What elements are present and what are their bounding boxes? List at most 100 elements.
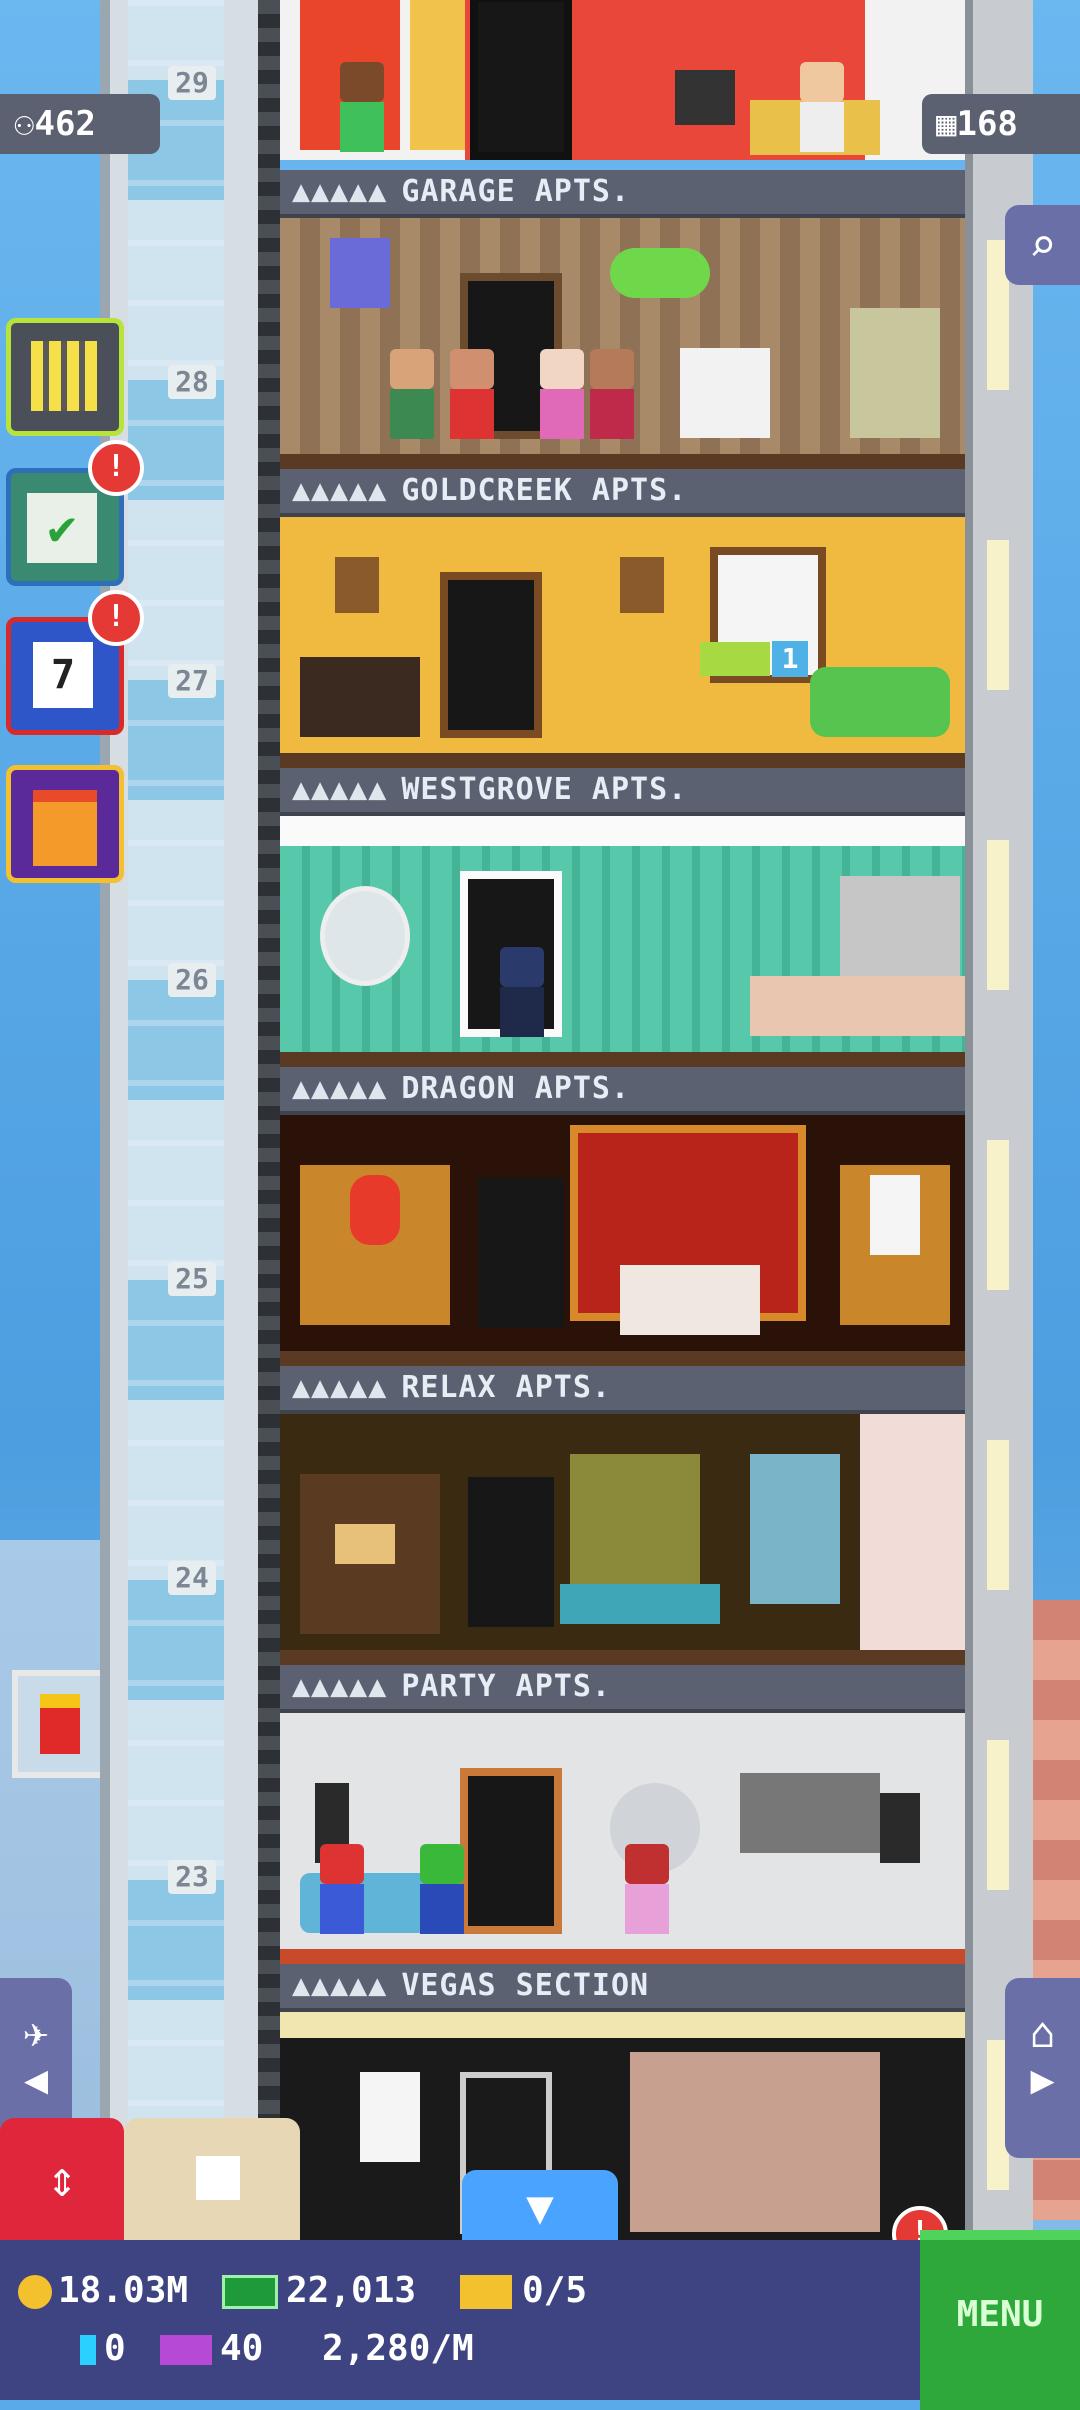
room-door — [460, 1469, 562, 1635]
tenant[interactable] — [500, 947, 544, 1037]
tickets-value: 0/5 — [522, 2270, 588, 2311]
floor-dragon-apts[interactable]: ▲▲▲▲▲ DRAGON APTS. — [280, 1067, 965, 1366]
floor-name: PARTY APTS. — [401, 1669, 611, 1704]
calendar-alert-badge: ! — [88, 590, 144, 646]
magnifier-icon: ⌕ — [1028, 218, 1057, 272]
wall-light — [987, 1440, 1009, 1590]
floor-name: RELAX APTS. — [401, 1370, 611, 1405]
floor-label: ▲▲▲▲▲ WESTGROVE APTS. — [280, 768, 965, 816]
floor-ground — [280, 753, 965, 768]
floor-westgrove-apts[interactable]: ▲▲▲▲▲ WESTGROVE APTS. — [280, 768, 965, 1067]
income-rate: 2,280/M — [322, 2328, 474, 2369]
wall-light — [987, 1740, 1009, 1890]
occupancy-icons: ▲▲▲▲▲ — [292, 1071, 388, 1106]
room-interior — [280, 0, 965, 160]
room-interior: 1 — [280, 517, 965, 753]
resource-hud: 18.03M 22,013 0/5 0 40 2,280/M — [0, 2240, 920, 2400]
bed — [620, 1265, 760, 1335]
tenant[interactable] — [450, 349, 494, 439]
floor-number-26: 26 — [168, 963, 216, 997]
gift-button[interactable] — [6, 765, 124, 883]
occupancy-icons: ▲▲▲▲▲ — [292, 1370, 388, 1405]
lamp-icon — [335, 1524, 395, 1564]
floor-name: WESTGROVE APTS. — [401, 772, 688, 807]
floor-name: GOLDCREEK APTS. — [401, 473, 688, 508]
tenant[interactable] — [320, 1844, 364, 1934]
menu-button[interactable]: MENU — [920, 2230, 1080, 2410]
tenant[interactable] — [625, 1844, 669, 1934]
wall-light — [987, 840, 1009, 990]
room-interior — [280, 218, 965, 454]
floor-number-25: 25 — [168, 1262, 216, 1296]
tenant[interactable] — [800, 62, 844, 152]
tenant[interactable] — [420, 1844, 464, 1934]
floor-party-apts[interactable]: ▲▲▲▲▲ PARTY APTS. — [280, 1665, 965, 1964]
floor-label: ▲▲▲▲▲ GOLDCREEK APTS. — [280, 469, 965, 517]
floor-garage-apts[interactable]: ▲▲▲▲▲ GARAGE APTS. — [280, 170, 965, 469]
ceiling — [280, 816, 965, 846]
storage-box — [330, 238, 390, 308]
fridge — [840, 876, 960, 986]
floor-number-29: 29 — [168, 66, 216, 100]
tenant[interactable] — [340, 62, 384, 152]
bux-cash-display: 22,013 — [222, 2270, 416, 2311]
tenant[interactable] — [390, 349, 434, 439]
floor-name: VEGAS SECTION — [401, 1968, 650, 2003]
tenant[interactable] — [590, 349, 634, 439]
storage-button[interactable] — [124, 2118, 300, 2240]
floor-number-24: 24 — [168, 1561, 216, 1595]
bed — [560, 1584, 720, 1624]
elevator-control-button[interactable]: ⇕ — [0, 2118, 124, 2240]
lantern-icon — [350, 1175, 400, 1245]
poster — [360, 2072, 420, 2162]
wall-light — [987, 540, 1009, 690]
home-icon: ⌂ — [1029, 2008, 1056, 2057]
floor-vegas-section[interactable]: ▲▲▲▲▲ VEGAS SECTION — [280, 1964, 965, 2250]
floor-ground — [280, 1650, 965, 1665]
floor-label: ▲▲▲▲▲ GARAGE APTS. — [280, 170, 965, 218]
population-value: 462 — [34, 104, 96, 144]
wall-panel — [570, 1454, 700, 1584]
floor-relax-apts[interactable]: ▲▲▲▲▲ RELAX APTS. — [280, 1366, 965, 1665]
room-interior — [280, 2012, 965, 2248]
occupancy-icons: ▲▲▲▲▲ — [292, 1669, 388, 1704]
room-door — [440, 572, 542, 738]
stories-counter[interactable]: ▦168 — [922, 94, 1080, 154]
tv-icon — [675, 70, 735, 125]
elevator-lines — [128, 0, 224, 2250]
floor-29[interactable] — [280, 0, 965, 170]
floor-ground — [280, 1949, 965, 1964]
couch — [810, 667, 950, 737]
billboard — [12, 1670, 108, 1778]
bux-icon — [80, 2335, 96, 2365]
vip-icon — [160, 2335, 212, 2365]
plane-icon: ✈ — [23, 2008, 49, 2057]
tickets-display: 0/5 — [460, 2270, 587, 2311]
scroll-icon — [870, 1175, 920, 1255]
occupancy-icons: ▲▲▲▲▲ — [292, 174, 388, 209]
occupancy-icons: ▲▲▲▲▲ — [292, 473, 388, 508]
ticket-icon — [460, 2275, 512, 2309]
person-icon: ⚇ — [14, 104, 35, 144]
building-icon — [31, 341, 97, 411]
build-floor-button[interactable] — [6, 318, 124, 436]
coin-icon — [18, 2275, 52, 2309]
wall-light — [987, 1140, 1009, 1290]
zoom-button[interactable]: ⌕ — [1005, 205, 1080, 285]
room-interior — [280, 816, 965, 1052]
cash-icon — [222, 2275, 278, 2309]
picture-frame — [335, 557, 379, 613]
room-interior — [280, 1115, 965, 1351]
home-button[interactable]: ⌂ ▶ — [1005, 1978, 1080, 2158]
room-interior — [280, 1414, 965, 1650]
elevator-shaft[interactable]: 29 28 27 26 25 24 23 — [100, 0, 278, 2250]
tv-icon — [740, 1773, 880, 1853]
scroll-down-button[interactable]: ▼ — [462, 2170, 618, 2244]
floor-goldcreek-apts[interactable]: ▲▲▲▲▲ GOLDCREEK APTS. 1 — [280, 469, 965, 768]
tv-cabinet — [300, 657, 420, 737]
gift-icon — [33, 790, 97, 866]
floor-label: ▲▲▲▲▲ VEGAS SECTION — [280, 1964, 965, 2012]
coins-display: 18.03M — [18, 2270, 188, 2311]
tenant[interactable] — [540, 349, 584, 439]
population-counter[interactable]: ⚇462 — [0, 94, 160, 154]
